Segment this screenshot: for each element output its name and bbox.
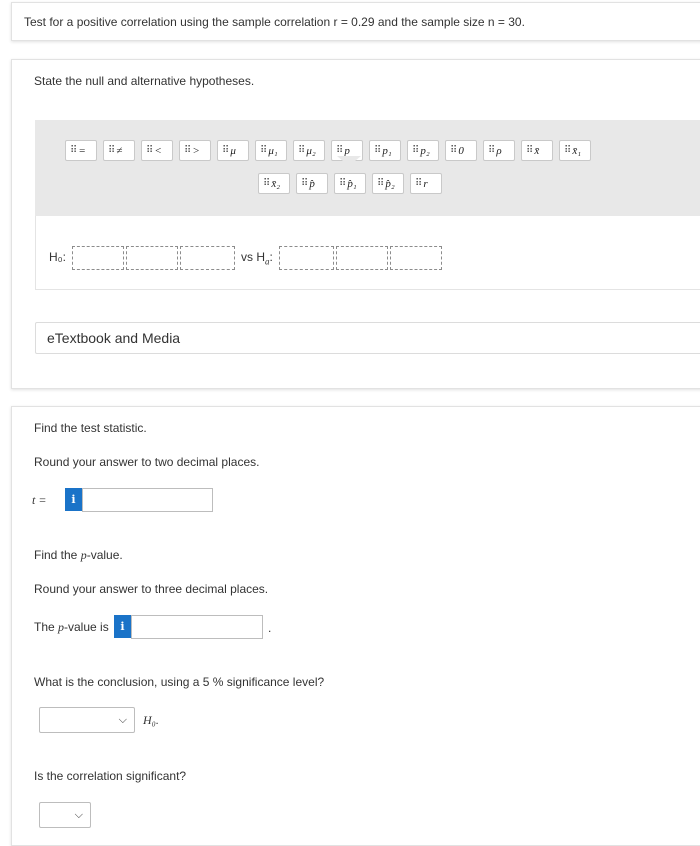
- chevron-down-icon: ⌵: [74, 809, 83, 821]
- info-icon[interactable]: i: [65, 488, 82, 511]
- h0-label: H₀:: [49, 250, 66, 264]
- round-two-instruction: Round your answer to two decimal places.: [34, 455, 260, 469]
- palette-symbol-tile[interactable]: ⠿ p̂: [296, 173, 328, 194]
- test-question-card: Find the test statistic. Round your answ…: [11, 406, 700, 846]
- drag-handle-icon: ⠿: [108, 144, 115, 156]
- palette-symbol: p₁: [382, 144, 392, 157]
- test-statistic-input[interactable]: [82, 488, 213, 512]
- t-label: t =: [32, 493, 47, 507]
- drag-handle-icon: ⠿: [184, 144, 191, 156]
- find-statistic-prompt: Find the test statistic.: [34, 421, 147, 435]
- drag-handle-icon: ⠿: [564, 144, 571, 156]
- symbol-palette: ⠿ = ⠿ ≠ ⠿ < ⠿ > ⠿ μ ⠿ μ₁ ⠿ μ₂ ⠿ p ⠿ p₁ ⠿ p₂ ⠿ 0 ⠿ ρ ⠿ x̄ ⠿ x̄₁ ⠿ x̄₂…: [35, 120, 700, 216]
- h0-drop-slot-1[interactable]: [72, 246, 124, 270]
- info-icon[interactable]: i: [114, 615, 131, 638]
- palette-symbol-tile[interactable]: ⠿ ρ: [483, 140, 515, 161]
- significance-select[interactable]: ⌵: [39, 802, 91, 828]
- chevron-down-icon: ⌵: [118, 714, 127, 726]
- drag-handle-icon: ⠿: [412, 144, 419, 156]
- palette-symbol: ρ: [496, 144, 502, 157]
- palette-symbol-tile[interactable]: ⠿ >: [179, 140, 211, 161]
- palette-symbol: p₂: [420, 144, 430, 157]
- palette-symbol-tile[interactable]: ⠿ x̄: [521, 140, 553, 161]
- palette-symbol-tile[interactable]: ⠿ <: [141, 140, 173, 161]
- conclusion-select[interactable]: ⌵: [39, 707, 135, 733]
- drag-handle-icon: ⠿: [339, 177, 346, 189]
- palette-symbol-tile[interactable]: ⠿ p̂₂: [372, 173, 404, 194]
- palette-symbol: x̄: [534, 144, 540, 157]
- palette-symbol: =: [78, 144, 86, 157]
- round-three-instruction: Round your answer to three decimal place…: [34, 582, 269, 596]
- palette-symbol: μ₂: [306, 144, 316, 157]
- conclusion-h0: H₀.: [143, 713, 159, 727]
- drag-handle-icon: ⠿: [222, 144, 229, 156]
- palette-symbol-tile[interactable]: ⠿ p̂₁: [334, 173, 366, 194]
- ha-drop-slot-2[interactable]: [336, 246, 388, 270]
- drag-handle-icon: ⠿: [70, 144, 77, 156]
- drag-handle-icon: ⠿: [488, 144, 495, 156]
- palette-symbol-tile[interactable]: ⠿ μ: [217, 140, 249, 161]
- palette-symbol: r: [423, 177, 428, 190]
- hypotheses-drop-area: H₀: vs Ha:: [35, 216, 700, 290]
- problem-statement: Test for a positive correlation using th…: [24, 15, 525, 29]
- palette-pointer: [337, 156, 361, 166]
- h0-drop-slot-3[interactable]: [180, 246, 235, 270]
- palette-symbol-tile[interactable]: ⠿ μ₂: [293, 140, 325, 161]
- palette-symbol-tile[interactable]: ⠿ =: [65, 140, 97, 161]
- ha-label: vs Ha:: [241, 250, 273, 267]
- pvalue-input[interactable]: [131, 615, 263, 639]
- problem-statement-card: Test for a positive correlation using th…: [11, 2, 700, 41]
- drag-handle-icon: ⠿: [146, 144, 153, 156]
- palette-symbol: >: [192, 144, 200, 157]
- drag-handle-icon: ⠿: [526, 144, 533, 156]
- palette-symbol: x̄₁: [572, 144, 582, 157]
- palette-symbol: x̄₂: [271, 177, 281, 190]
- drag-handle-icon: ⠿: [298, 144, 305, 156]
- palette-symbol-tile[interactable]: ⠿ r: [410, 173, 442, 194]
- find-pvalue-prompt: Find the p-value.: [34, 548, 123, 562]
- drag-handle-icon: ⠿: [263, 177, 270, 189]
- palette-symbol: ≠: [116, 144, 123, 157]
- palette-row-2: ⠿ x̄₂ ⠿ p̂ ⠿ p̂₁ ⠿ p̂₂ ⠿ r: [258, 173, 442, 194]
- conclusion-prompt: What is the conclusion, using a 5 % sign…: [34, 675, 325, 689]
- pvalue-period: .: [268, 621, 272, 635]
- palette-symbol-tile[interactable]: ⠿ p₂: [407, 140, 439, 161]
- drag-handle-icon: ⠿: [336, 144, 343, 156]
- drag-handle-icon: ⠿: [301, 177, 308, 189]
- palette-symbol: p̂: [309, 177, 315, 190]
- palette-symbol-tile[interactable]: ⠿ x̄₂: [258, 173, 290, 194]
- palette-symbol: μ: [230, 144, 236, 157]
- drag-handle-icon: ⠿: [377, 177, 384, 189]
- drag-handle-icon: ⠿: [260, 144, 267, 156]
- ha-drop-slot-3[interactable]: [390, 246, 442, 270]
- significance-prompt: Is the correlation significant?: [34, 769, 187, 783]
- hypotheses-prompt: State the null and alternative hypothese…: [34, 74, 255, 88]
- h0-drop-slot-2[interactable]: [126, 246, 178, 270]
- drag-handle-icon: ⠿: [450, 144, 457, 156]
- etextbook-media-button[interactable]: eTextbook and Media: [35, 322, 700, 354]
- palette-symbol: p̂₁: [347, 177, 357, 190]
- palette-symbol-tile[interactable]: ⠿ ≠: [103, 140, 135, 161]
- palette-symbol: p̂₂: [385, 177, 395, 190]
- palette-symbol: μ₁: [268, 144, 278, 157]
- palette-symbol: <: [154, 144, 162, 157]
- palette-symbol-tile[interactable]: ⠿ μ₁: [255, 140, 287, 161]
- drag-handle-icon: ⠿: [415, 177, 422, 189]
- pvalue-label: The p-value is: [34, 620, 109, 634]
- palette-symbol-tile[interactable]: ⠿ 0: [445, 140, 477, 161]
- palette-symbol-tile[interactable]: ⠿ x̄₁: [559, 140, 591, 161]
- palette-row-1: ⠿ = ⠿ ≠ ⠿ < ⠿ > ⠿ μ ⠿ μ₁ ⠿ μ₂ ⠿ p ⠿ p₁ ⠿ p₂ ⠿ 0 ⠿ ρ ⠿ x̄ ⠿ x̄₁: [65, 140, 591, 161]
- palette-symbol: p: [344, 144, 350, 157]
- hypotheses-question-card: State the null and alternative hypothese…: [11, 59, 700, 389]
- drag-handle-icon: ⠿: [374, 144, 381, 156]
- ha-drop-slot-1[interactable]: [279, 246, 334, 270]
- palette-symbol: 0: [458, 144, 464, 157]
- palette-symbol-tile[interactable]: ⠿ p₁: [369, 140, 401, 161]
